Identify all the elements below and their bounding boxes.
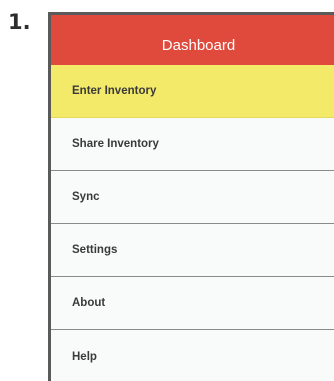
step-number: 1. [8, 10, 31, 34]
menu-item-label: Sync [72, 191, 100, 203]
menu-item-settings[interactable]: Settings [51, 224, 334, 277]
menu-item-help[interactable]: Help [51, 330, 334, 381]
phone-screen: Dashboard Enter Inventory Share Inventor… [48, 12, 334, 381]
header-title: Dashboard [161, 36, 236, 54]
menu-item-sync[interactable]: Sync [51, 171, 334, 224]
menu-item-about[interactable]: About [51, 277, 334, 330]
menu-item-enter-inventory[interactable]: Enter Inventory [51, 65, 334, 118]
menu-item-label: Help [72, 350, 97, 363]
dashboard-menu: Enter Inventory Share Inventory Sync Set… [51, 65, 334, 381]
menu-item-label: Enter Inventory [72, 85, 157, 97]
menu-item-label: About [72, 297, 106, 309]
menu-item-label: Settings [72, 244, 118, 256]
menu-item-label: Share Inventory [72, 138, 159, 150]
app-header: Dashboard [51, 15, 334, 65]
menu-item-share-inventory[interactable]: Share Inventory [51, 118, 334, 171]
